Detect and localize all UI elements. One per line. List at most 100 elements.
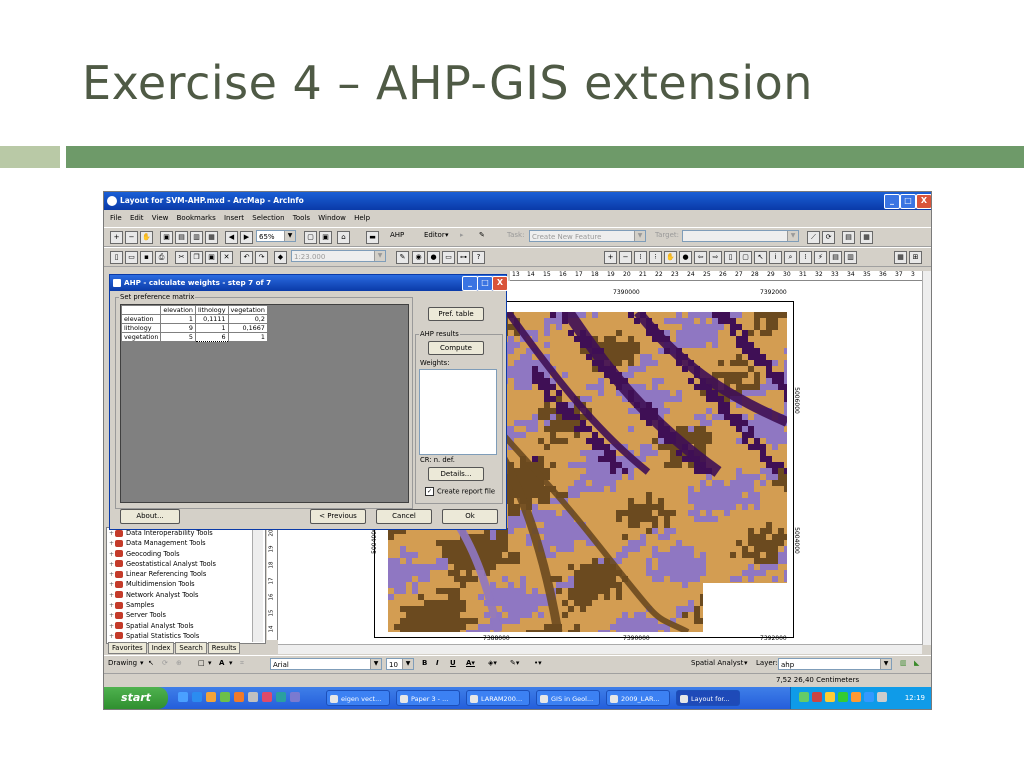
matrix-cell[interactable]: 0,1667: [227, 323, 268, 333]
toolbox-item[interactable]: + Network Analyst Tools: [107, 590, 265, 600]
ok-button[interactable]: Ok: [442, 509, 498, 524]
copy-icon[interactable]: ❐: [190, 251, 203, 264]
taskbar-item[interactable]: 2009_LAR...: [606, 690, 670, 706]
start-button[interactable]: start: [104, 687, 168, 709]
tray-icon[interactable]: [825, 692, 835, 702]
add-data-icon[interactable]: ◆: [274, 251, 287, 264]
sketch-tool-icon[interactable]: ✎: [479, 231, 485, 239]
full-extent-icon[interactable]: ●: [679, 251, 692, 264]
chevron-down-icon[interactable]: ▾: [744, 659, 748, 667]
tray-icon[interactable]: [864, 692, 874, 702]
tray-icon[interactable]: [877, 692, 887, 702]
save-icon[interactable]: ▪: [140, 251, 153, 264]
fixed-zoom-out-icon[interactable]: ▥: [190, 231, 203, 244]
print-icon[interactable]: ⎙: [155, 251, 168, 264]
create-report-checkbox[interactable]: ✓: [425, 487, 434, 496]
pan-icon[interactable]: ✋: [140, 231, 153, 244]
toolbox-item[interactable]: + Geocoding Tools: [107, 549, 265, 559]
scale-combo[interactable]: 1:23.000 ▼: [291, 250, 386, 262]
overview-icon[interactable]: ▦: [894, 251, 907, 264]
chevron-down-icon[interactable]: ▾: [445, 231, 449, 239]
text-tool-icon[interactable]: A: [219, 659, 224, 667]
redo-icon[interactable]: ↷: [255, 251, 268, 264]
open-icon[interactable]: ▭: [125, 251, 138, 264]
arccatalog-icon[interactable]: ●: [427, 251, 440, 264]
measure-icon[interactable]: ⁞: [799, 251, 812, 264]
fixed-zoom-in-icon[interactable]: ⁞: [634, 251, 647, 264]
matrix-cell[interactable]: 5: [160, 332, 196, 342]
chevron-down-icon[interactable]: ▾: [229, 659, 233, 667]
editor-toolbar-icon[interactable]: ✎: [396, 251, 409, 264]
tray-icon[interactable]: [799, 692, 809, 702]
pointer-icon[interactable]: ↖: [754, 251, 767, 264]
hyperlink-icon[interactable]: ⚡: [814, 251, 827, 264]
ahp-button[interactable]: AHP: [390, 231, 404, 239]
select-features-icon[interactable]: ▢: [739, 251, 752, 264]
spatial-analyst-menu[interactable]: Spatial Analyst: [691, 659, 743, 667]
focus-data-frame-icon[interactable]: ▣: [319, 231, 332, 244]
line-color-icon[interactable]: ✎▾: [510, 659, 519, 667]
italic-button[interactable]: I: [436, 659, 439, 667]
dialog-maximize-button[interactable]: □: [477, 276, 493, 291]
zoom-in-icon[interactable]: +: [110, 231, 123, 244]
toolbox-item[interactable]: + Data Management Tools: [107, 538, 265, 548]
tray-icon[interactable]: [851, 692, 861, 702]
chevron-down-icon[interactable]: ▾: [208, 659, 212, 667]
paste-icon[interactable]: ▣: [205, 251, 218, 264]
pref-table-button[interactable]: Pref. table: [428, 307, 484, 321]
close-button[interactable]: X: [916, 194, 931, 209]
dialog-close-button[interactable]: X: [492, 276, 508, 291]
arctoolbox-icon[interactable]: ◉: [412, 251, 425, 264]
matrix-cell[interactable]: 1: [160, 314, 196, 324]
find-icon[interactable]: ⌕: [784, 251, 797, 264]
tray-icon[interactable]: [838, 692, 848, 702]
details-button[interactable]: Details...: [428, 467, 484, 481]
matrix-cell[interactable]: 6: [194, 332, 229, 342]
forward-icon[interactable]: ⇨: [709, 251, 722, 264]
app-icon[interactable]: [262, 692, 272, 702]
menu-window[interactable]: Window: [318, 211, 346, 225]
rotate-tool-icon[interactable]: ⟳: [822, 231, 835, 244]
app-icon[interactable]: [234, 692, 244, 702]
split-tool-icon[interactable]: ⟋: [807, 231, 820, 244]
tab-favorites[interactable]: Favorites: [108, 642, 147, 654]
forward-extent-icon[interactable]: ▶: [240, 231, 253, 244]
matrix-cell[interactable]: 9: [160, 323, 196, 333]
marker-color-icon[interactable]: •▾: [534, 659, 542, 667]
back-extent-icon[interactable]: ◀: [225, 231, 238, 244]
taskbar-item[interactable]: Layout for...: [676, 690, 740, 706]
taskbar-item[interactable]: eigen vect...: [326, 690, 390, 706]
horizontal-scrollbar[interactable]: [278, 644, 922, 654]
task-combo[interactable]: Create New Feature ▼: [529, 230, 646, 242]
zoom-out-icon[interactable]: −: [125, 231, 138, 244]
whats-this-icon[interactable]: ?: [472, 251, 485, 264]
select-elements-icon[interactable]: ↖: [148, 659, 154, 667]
select-elements-icon[interactable]: ▯: [724, 251, 737, 264]
cancel-button[interactable]: Cancel: [376, 509, 432, 524]
editor-menu[interactable]: Editor: [424, 231, 445, 239]
histogram-icon[interactable]: ▥: [900, 659, 907, 667]
zoom-in-icon[interactable]: +: [604, 251, 617, 264]
underline-button[interactable]: U: [450, 659, 456, 667]
zoom-combo[interactable]: 65% ▼: [256, 230, 296, 242]
toolbox-item[interactable]: + Spatial Analyst Tools: [107, 621, 265, 631]
layer-combo[interactable]: ahp ▼: [778, 658, 892, 670]
magnifier-icon[interactable]: ⊞: [909, 251, 922, 264]
delete-icon[interactable]: ✕: [220, 251, 233, 264]
menu-file[interactable]: File: [110, 211, 122, 225]
toggle-draft-icon[interactable]: ▢: [304, 231, 317, 244]
model-builder-icon[interactable]: ⊶: [457, 251, 470, 264]
matrix-cell[interactable]: 0,2: [227, 314, 268, 324]
matrix-cell[interactable]: 1: [194, 323, 229, 333]
taskbar-item[interactable]: Paper 3 - ...: [396, 690, 460, 706]
zoom-out-icon[interactable]: −: [619, 251, 632, 264]
taskbar-item[interactable]: LARAM200...: [466, 690, 530, 706]
target-combo[interactable]: ▼: [682, 230, 799, 242]
sketch-properties-icon[interactable]: ▦: [860, 231, 873, 244]
ahp-tool-icon[interactable]: ▬: [366, 231, 379, 244]
compute-button[interactable]: Compute: [428, 341, 484, 355]
time-slider-icon[interactable]: ▤: [829, 251, 842, 264]
contour-icon[interactable]: ◣: [914, 659, 919, 667]
create-report-option[interactable]: ✓ Create report file: [424, 487, 497, 496]
rectangle-tool-icon[interactable]: □: [198, 659, 205, 667]
